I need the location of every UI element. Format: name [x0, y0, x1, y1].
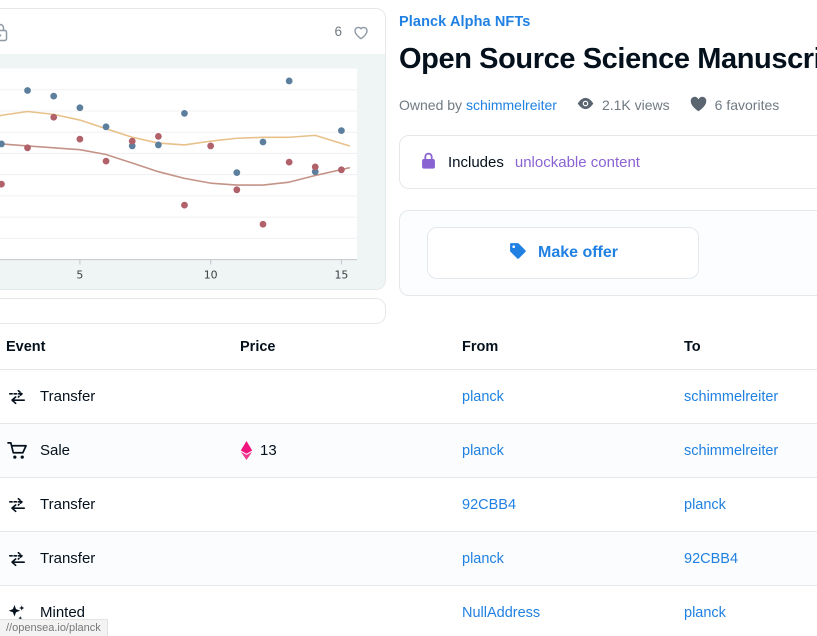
to-address-link[interactable]: schimmelreiter	[684, 389, 778, 405]
event-label: Sale	[40, 442, 70, 459]
cell-to: schimmelreiter	[684, 388, 817, 406]
views-stat: 2.1K views	[576, 96, 670, 114]
cell-event: Transfer	[0, 386, 240, 408]
collection-link[interactable]: Planck Alpha NFTs	[399, 14, 817, 30]
status-bar-url: //opensea.io/planck	[0, 619, 108, 636]
favorites-count: 6	[334, 24, 342, 39]
table-header-row: Event Price From To	[0, 325, 817, 370]
from-address-link[interactable]: NullAddress	[462, 605, 540, 621]
unlockable-prefix: Includes	[448, 154, 504, 171]
cell-to: 92CBB4	[684, 550, 817, 568]
make-offer-button[interactable]: Make offer	[427, 227, 699, 279]
cell-from: planck	[462, 388, 684, 406]
cell-from: planck	[462, 550, 684, 568]
svg-text:10: 10	[204, 268, 218, 281]
asset-media-card: 6 051015	[0, 8, 386, 290]
media-card-favorites[interactable]: 6	[334, 22, 371, 42]
to-address-link[interactable]: schimmelreiter	[684, 443, 778, 459]
from-address-link[interactable]: planck	[462, 443, 504, 459]
owned-by-label: Owned by	[399, 97, 462, 113]
svg-text:5: 5	[76, 268, 83, 281]
table-row[interactable]: Transfer planck 92CBB4	[0, 532, 817, 586]
price-value: 13	[260, 442, 277, 459]
column-header-from: From	[462, 339, 684, 355]
media-card-header: 6	[0, 9, 385, 54]
heart-outline-icon[interactable]	[351, 22, 371, 42]
table-row[interactable]: MintedNullAddressplanck	[0, 586, 817, 636]
offer-panel: Make offer	[399, 210, 817, 296]
from-address-link[interactable]: planck	[462, 551, 504, 567]
transfer-icon	[6, 548, 28, 570]
secondary-card	[0, 298, 386, 324]
asset-image-chart: 051015	[0, 54, 385, 290]
owner-info: Owned by schimmelreiter	[399, 97, 557, 113]
from-address-link[interactable]: 92CBB4	[462, 497, 516, 513]
views-count: 2.1K views	[602, 97, 670, 113]
to-address-link[interactable]: planck	[684, 605, 726, 621]
cell-to: schimmelreiter	[684, 442, 817, 460]
lock-purple-icon	[420, 151, 437, 174]
cell-to: planck	[684, 496, 817, 514]
status-url-text: //opensea.io/planck	[6, 622, 101, 634]
cell-event: Transfer	[0, 494, 240, 516]
table-row[interactable]: Transfer planck schimmelreiter	[0, 370, 817, 424]
cell-to: planck	[684, 604, 817, 622]
column-header-event: Event	[0, 339, 240, 355]
asset-details: Planck Alpha NFTs Open Source Science Ma…	[399, 14, 817, 296]
transfer-icon	[6, 386, 28, 408]
cell-price: 13	[240, 441, 462, 460]
table-row[interactable]: Sale 13 planck schimmelreiter	[0, 424, 817, 478]
svg-text:15: 15	[334, 268, 348, 281]
transfer-icon	[6, 494, 28, 516]
cell-from: NullAddress	[462, 604, 684, 622]
table-row[interactable]: Transfer 92CBB4 planck	[0, 478, 817, 532]
favorites-stat: 6 favorites	[689, 95, 780, 115]
table-body: Transfer planck schimmelreiter Sale 13 planck…	[0, 370, 817, 636]
column-header-price: Price	[240, 339, 462, 355]
cell-event: Transfer	[0, 548, 240, 570]
favorites-stat-count: 6 favorites	[715, 97, 780, 113]
event-label: Transfer	[40, 496, 95, 513]
eth-icon	[240, 441, 253, 460]
cell-from: planck	[462, 442, 684, 460]
cell-event: Sale	[0, 440, 240, 462]
from-address-link[interactable]: planck	[462, 389, 504, 405]
heart-solid-icon	[689, 95, 708, 115]
price-tag-icon	[508, 241, 527, 265]
page-root: 6 051015 Planck Alpha NFTs Open Source S…	[0, 0, 817, 636]
unlockable-content-link[interactable]: unlockable content	[515, 154, 640, 171]
scatter-chart: 051015	[0, 54, 385, 290]
make-offer-label: Make offer	[538, 244, 618, 262]
event-label: Transfer	[40, 550, 95, 567]
owner-link[interactable]: schimmelreiter	[466, 97, 557, 113]
eye-icon	[576, 96, 595, 114]
cart-icon	[6, 440, 28, 462]
to-address-link[interactable]: 92CBB4	[684, 551, 738, 567]
asset-stats: Owned by schimmelreiter 2.1K views	[399, 95, 817, 115]
column-header-to: To	[684, 339, 817, 355]
unlockable-row: Includes unlockable content	[400, 136, 817, 188]
unlockable-panel: Includes unlockable content	[399, 135, 817, 189]
page-title: Open Source Science Manuscript	[399, 43, 817, 75]
activity-table: Event Price From To Transfer planck schimm…	[0, 325, 817, 636]
cell-from: 92CBB4	[462, 496, 684, 514]
event-label: Transfer	[40, 388, 95, 405]
lock-icon[interactable]	[0, 21, 11, 43]
to-address-link[interactable]: planck	[684, 497, 726, 513]
